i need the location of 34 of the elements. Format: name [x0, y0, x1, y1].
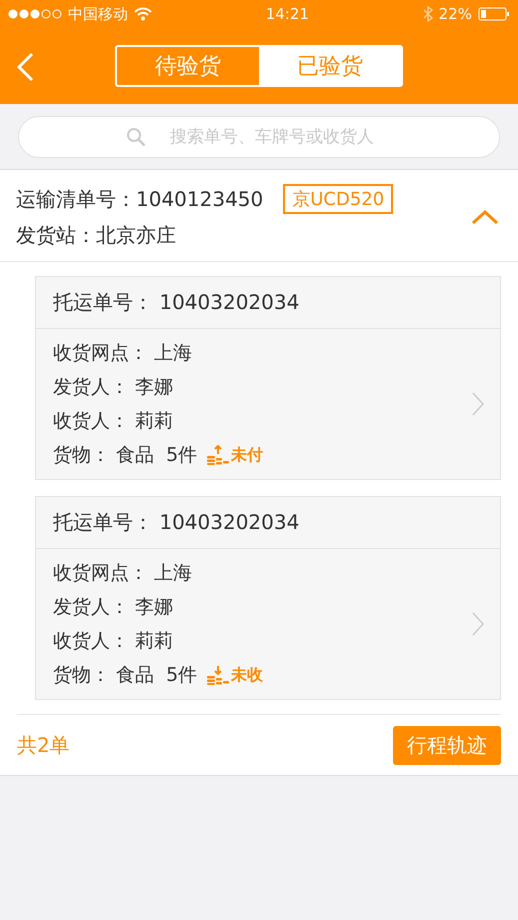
- shipment-card[interactable]: 托运单号： 10403202034 收货网点： 上海 发货人： 李娜 收货人： 莉莉 货物： 食品 5件 未收: [35, 496, 501, 700]
- goods-info: 货物： 食品 5件: [53, 663, 198, 688]
- coins-up-icon: [207, 445, 230, 465]
- bluetooth-icon: [422, 6, 433, 22]
- coins-down-icon: [207, 665, 230, 685]
- shipment-field: 收货人： 莉莉: [53, 627, 472, 655]
- payment-status: 未收: [231, 664, 264, 686]
- carrier-name: 中国移动: [68, 4, 128, 24]
- chevron-right-icon: [472, 392, 484, 416]
- payment-status: 未付: [231, 444, 264, 466]
- waybill-number: 托运单号： 10403202034: [36, 497, 500, 549]
- clock-time: 14:21: [264, 5, 310, 23]
- wifi-icon: [134, 7, 152, 21]
- tab[interactable]: 已验货: [259, 47, 401, 85]
- manifest-number: 运输清单号：1040123450: [16, 186, 264, 212]
- shipment-field: 发货人： 李娜: [53, 593, 472, 621]
- goods-info: 货物： 食品 5件: [53, 443, 198, 468]
- signal-icon: [8, 9, 62, 19]
- waybill-number: 托运单号： 10403202034: [36, 277, 500, 329]
- chevron-icon[interactable]: [470, 208, 500, 226]
- shipment-field: 发货人： 李娜: [53, 373, 472, 401]
- battery-icon: [478, 7, 510, 21]
- shipment-field: 收货人： 莉莉: [53, 407, 472, 435]
- route-button[interactable]: 行程轨迹: [393, 726, 501, 764]
- battery-percent: 22%: [438, 5, 472, 23]
- origin-station: 发货站：北京亦庄: [16, 222, 177, 249]
- shipment-field: 收货网点： 上海: [53, 339, 472, 367]
- shipment-card[interactable]: 托运单号： 10403202034 收货网点： 上海 发货人： 李娜 收货人： 莉莉 货物： 食品 5件 未付: [35, 276, 501, 480]
- tab[interactable]: 待验货: [117, 47, 259, 85]
- order-total: 共2单: [17, 732, 70, 758]
- plate-tag: 京UCD520: [283, 184, 394, 214]
- back-icon[interactable]: [16, 52, 34, 82]
- shipment-field: 收货网点： 上海: [53, 559, 472, 587]
- chevron-right-icon: [472, 612, 484, 636]
